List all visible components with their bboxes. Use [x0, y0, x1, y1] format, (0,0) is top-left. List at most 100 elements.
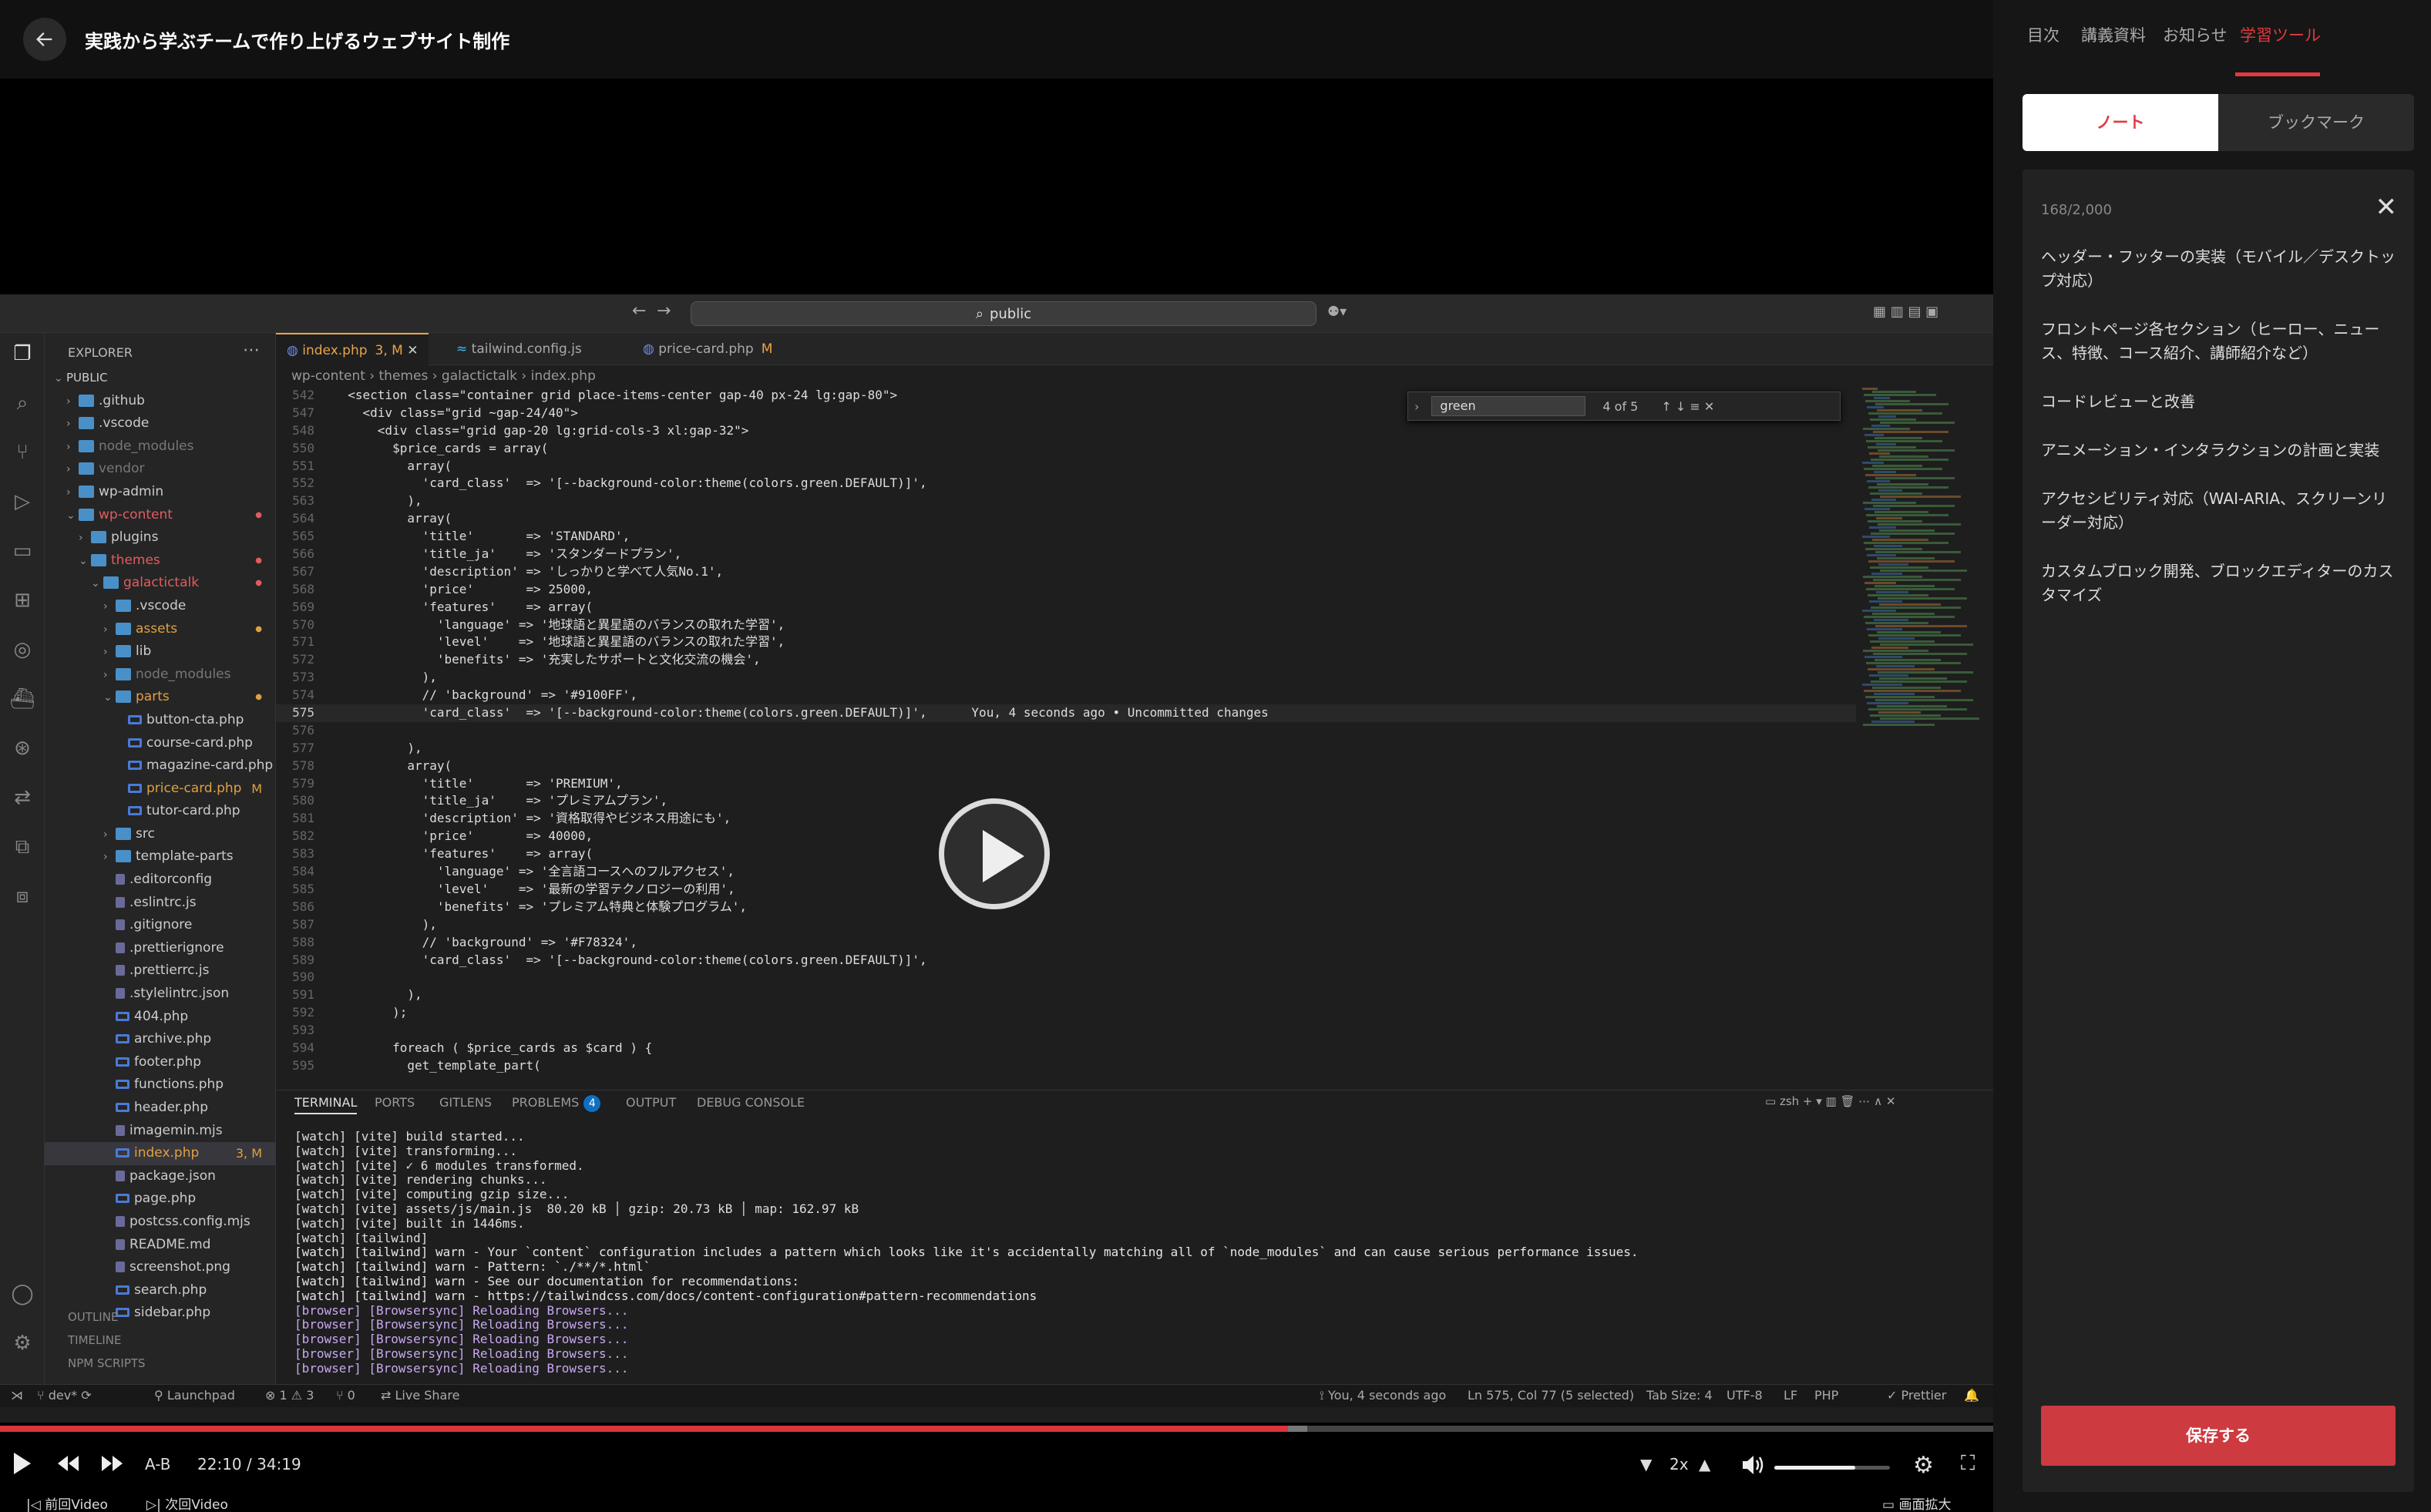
- search-icon: ⌕: [975, 305, 983, 322]
- panel-tab-output[interactable]: OUTPUT: [626, 1095, 676, 1110]
- forward-button[interactable]: [99, 1450, 125, 1480]
- tab-learning-tools[interactable]: 学習ツール: [2240, 23, 2321, 46]
- explorer-section-npm-scripts[interactable]: NPM SCRIPTS: [45, 1356, 276, 1370]
- tree-item[interactable]: › template-parts: [45, 845, 276, 869]
- tree-item[interactable]: button-cta.php: [45, 709, 276, 732]
- tree-item[interactable]: screenshot.png: [45, 1256, 276, 1279]
- editor-tab[interactable]: ◍ index.php 3, M ✕: [276, 333, 429, 365]
- ab-repeat-button[interactable]: A-B: [145, 1455, 170, 1473]
- tab-news[interactable]: お知らせ: [2163, 23, 2228, 46]
- settings-gear-icon[interactable]: ⚙: [1913, 1452, 1934, 1479]
- file-icon: [116, 919, 125, 931]
- tree-item[interactable]: README.md: [45, 1234, 276, 1257]
- next-video-button[interactable]: ▷| 次回Video: [146, 1494, 228, 1512]
- tab-close-icon[interactable]: ✕: [403, 343, 418, 358]
- editor-tab[interactable]: ◍ price-card.php M: [632, 333, 783, 365]
- zoom-screen-button[interactable]: ▭ 画面拡大: [1882, 1494, 1951, 1512]
- speed-down-button[interactable]: ▼: [1640, 1455, 1652, 1473]
- video-player[interactable]: ← → ⌕ public ⚉▾ ▦ ▥ ▤ ▣ ❐ ⌕ ⑂ ▷ ▭ ⊞ ◎ ⛴ ⊛…: [0, 79, 1993, 1512]
- tree-item[interactable]: › .vscode: [45, 412, 276, 435]
- note-editor[interactable]: 168/2,000 ✕ ヘッダー・フッターの実装（モバイル／デスクトップ対応） フ…: [2022, 170, 2414, 1492]
- fullscreen-icon[interactable]: ⛶: [1961, 1452, 1975, 1476]
- tree-item[interactable]: ⌄ themes ●: [45, 549, 276, 573]
- panel-tab-problems[interactable]: PROBLEMS 4: [512, 1095, 601, 1112]
- minimap-line: [1870, 418, 1916, 421]
- tree-item[interactable]: › .github: [45, 390, 276, 413]
- volume-slider[interactable]: [1774, 1466, 1890, 1470]
- tree-item[interactable]: .prettierrc.js: [45, 959, 276, 983]
- rewind-button[interactable]: [55, 1450, 82, 1480]
- tree-item[interactable]: › assets ●: [45, 618, 276, 641]
- tree-item[interactable]: › .vscode: [45, 595, 276, 618]
- explorer-section-timeline[interactable]: TIMELINE: [45, 1333, 276, 1347]
- tree-item[interactable]: ⌄ PUBLIC: [45, 367, 276, 390]
- tree-item[interactable]: tutor-card.php: [45, 800, 276, 823]
- tree-item[interactable]: package.json: [45, 1165, 276, 1188]
- panel-tab-terminal[interactable]: TERMINAL: [294, 1095, 358, 1114]
- tree-item[interactable]: index.php 3, M: [45, 1142, 276, 1165]
- tree-item[interactable]: .stylelintrc.json: [45, 983, 276, 1006]
- speed-up-button[interactable]: ▲: [1699, 1455, 1710, 1473]
- line-number: 567: [292, 563, 314, 579]
- play-button[interactable]: [11, 1450, 34, 1480]
- prev-video-button[interactable]: |◁ 前回Video: [26, 1494, 108, 1512]
- tree-item[interactable]: › vendor: [45, 458, 276, 481]
- panel-tab-gitlens[interactable]: GITLENS: [439, 1095, 492, 1110]
- tree-item[interactable]: ⌄ parts ●: [45, 686, 276, 709]
- tree-item[interactable]: › node_modules: [45, 435, 276, 459]
- tree-item[interactable]: .gitignore: [45, 914, 276, 937]
- tree-item[interactable]: footer.php: [45, 1051, 276, 1074]
- tree-item[interactable]: .eslintrc.js: [45, 892, 276, 915]
- progress-bar[interactable]: [0, 1426, 1993, 1432]
- line-number: 584: [292, 864, 314, 879]
- minimap-line: [1863, 428, 1910, 430]
- tree-item[interactable]: archive.php: [45, 1028, 276, 1051]
- tree-item[interactable]: course-card.php: [45, 732, 276, 755]
- big-play-button[interactable]: [939, 798, 1050, 909]
- tree-item[interactable]: search.php: [45, 1279, 276, 1302]
- tree-item[interactable]: postcss.config.mjs: [45, 1211, 276, 1234]
- branch-name: dev*: [48, 1388, 78, 1403]
- editor-tab[interactable]: ≈ tailwind.config.js: [446, 333, 593, 365]
- tree-item[interactable]: imagemin.mjs: [45, 1120, 276, 1143]
- minimap-line: [1876, 665, 1915, 667]
- chevron-right-icon: ›: [103, 828, 108, 841]
- bookmark-tab-button[interactable]: ブックマーク: [2218, 94, 2414, 151]
- chevron-right-icon: ⌄: [54, 372, 63, 385]
- volume-button[interactable]: [1740, 1453, 1765, 1480]
- tree-item[interactable]: price-card.php M: [45, 778, 276, 801]
- tree-item[interactable]: .editorconfig: [45, 869, 276, 892]
- back-button[interactable]: [23, 18, 66, 61]
- panel-tab-ports[interactable]: PORTS: [375, 1095, 415, 1110]
- folder-icon: [116, 850, 131, 863]
- tree-item[interactable]: › src: [45, 823, 276, 846]
- tab-materials[interactable]: 講義資料: [2081, 23, 2146, 46]
- tree-item[interactable]: › plugins: [45, 526, 276, 549]
- tree-item[interactable]: page.php: [45, 1188, 276, 1211]
- minimap-line: [1866, 662, 1961, 664]
- note-textarea[interactable]: ヘッダー・フッターの実装（モバイル／デスクトップ対応） フロントページ各セクション…: [2041, 245, 2397, 632]
- tab-toc[interactable]: 目次: [2027, 23, 2059, 46]
- tree-item[interactable]: .prettierignore: [45, 937, 276, 960]
- tree-item[interactable]: › node_modules: [45, 664, 276, 687]
- panel-tab-debug-console[interactable]: DEBUG CONSOLE: [697, 1095, 805, 1110]
- tree-item[interactable]: magazine-card.php: [45, 754, 276, 778]
- code-line: 571 'level' => '地球語と異星語のバランスの取れた学習',: [276, 633, 1856, 651]
- minimap-line: [1871, 721, 1915, 723]
- file-icon: [116, 1124, 125, 1136]
- tree-item[interactable]: › wp-admin: [45, 481, 276, 504]
- panel-tabs: TERMINAL PORTS GITLENS PROBLEMS 4 OUTPUT DEBUG…: [276, 1090, 1993, 1116]
- save-button[interactable]: 保存する: [2041, 1406, 2396, 1466]
- explorer-section-outline[interactable]: OUTLINE: [45, 1310, 276, 1324]
- tree-item[interactable]: header.php: [45, 1097, 276, 1120]
- tree-item[interactable]: ⌄ wp-content ●: [45, 504, 276, 527]
- close-icon[interactable]: ✕: [2376, 194, 2398, 220]
- folder-icon: [79, 508, 94, 521]
- line-number: 564: [292, 511, 314, 526]
- tree-item[interactable]: 404.php: [45, 1006, 276, 1029]
- minimap-line: [1866, 514, 1948, 516]
- tree-item[interactable]: functions.php: [45, 1074, 276, 1097]
- tree-item[interactable]: › lib: [45, 640, 276, 664]
- note-tab-button[interactable]: ノート: [2022, 94, 2218, 151]
- tree-item[interactable]: ⌄ galactictalk ●: [45, 572, 276, 595]
